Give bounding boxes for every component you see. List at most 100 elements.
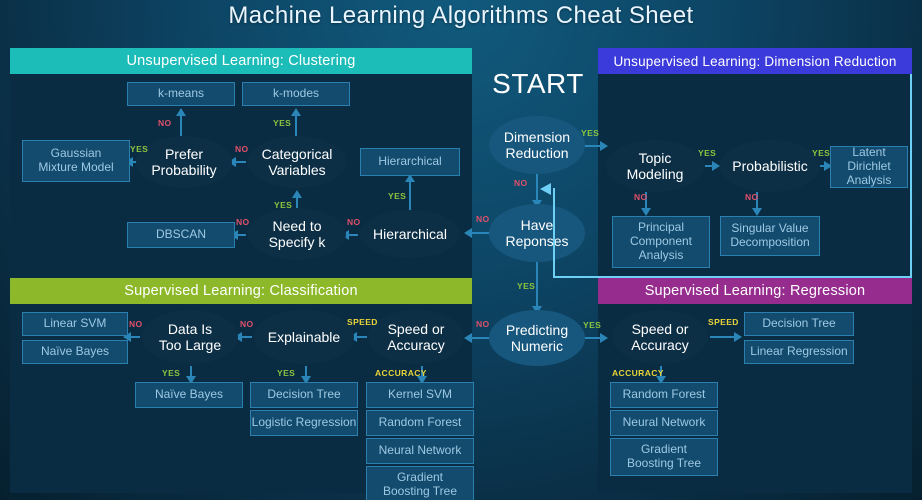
panel-dimension-reduction-header: Unsupervised Learning: Dimension Reducti… — [598, 48, 912, 74]
label-dr-yes: YES — [581, 128, 600, 138]
arrow-pn-to-regression — [600, 333, 608, 343]
node-specifyk-line1: Need to — [272, 217, 322, 234]
label-dbscan-no: NO — [236, 217, 250, 227]
node-speed-acc-reg-line1: Speed or — [631, 320, 689, 337]
leaf-k-means[interactable]: k-means — [127, 82, 235, 106]
node-speed-acc-reg-line2: Accuracy — [631, 337, 689, 353]
leaf-singular-value-decomposition[interactable]: Singular Value Decomposition — [720, 216, 820, 256]
node-explainable[interactable]: Explainable — [254, 310, 354, 364]
leaf-kernel-svm[interactable]: Kernel SVM — [366, 382, 474, 408]
node-prefer-probability[interactable]: Prefer Probability — [136, 136, 232, 188]
arrow-dr-to-topic — [600, 141, 608, 151]
node-data-is-too-large[interactable]: Data Is Too Large — [142, 310, 238, 364]
leaf-decision-tree-regression[interactable]: Decision Tree — [744, 312, 854, 336]
label-clf-speed: SPEED — [347, 317, 378, 327]
leaf-linear-regression[interactable]: Linear Regression — [744, 340, 854, 364]
leaf-lda-line2: Analysis — [846, 172, 892, 187]
leaf-principal-component-analysis[interactable]: Principal Component Analysis — [612, 216, 710, 268]
label-explainable-no: NO — [240, 319, 254, 329]
label-explainable-yes: YES — [277, 368, 296, 378]
edge-reg-speed — [710, 336, 736, 338]
leaf-svd-line1: Singular Value — [731, 221, 809, 236]
node-speed-or-accuracy-regression[interactable]: Speed or Accuracy — [612, 310, 708, 364]
node-speed-or-accuracy-classification[interactable]: Speed or Accuracy — [368, 310, 464, 364]
label-hier-no: NO — [347, 217, 361, 227]
node-probabilistic[interactable]: Probabilistic — [720, 140, 820, 192]
node-hierarchical-label: Hierarchical — [373, 225, 447, 242]
node-have-responses-line2: Reponses — [505, 233, 569, 249]
label-toolarge-yes: YES — [162, 368, 181, 378]
panel-classification-header: Supervised Learning: Classification — [10, 278, 472, 304]
leaf-linear-svm[interactable]: Linear SVM — [22, 312, 128, 336]
node-specifyk-line2: Specify k — [268, 234, 326, 250]
page-title: Machine Learning Algorithms Cheat Sheet — [228, 2, 694, 29]
arrow-topic-to-prob — [712, 161, 720, 171]
label-specifyk-yes: YES — [274, 200, 293, 210]
leaf-gbt-reg-line2: Boosting Tree — [626, 456, 702, 470]
node-topic-modeling-line1: Topic — [638, 149, 672, 166]
node-too-large-line2: Too Large — [158, 337, 222, 353]
node-speed-acc-clf-line1: Speed or — [387, 320, 445, 337]
arrow-prefprob-to-kmeans — [176, 108, 186, 116]
leaf-lda-line1: Latent Dirichlet — [847, 145, 891, 174]
leaf-logistic-regression[interactable]: Logistic Regression — [250, 410, 358, 436]
feedback-connector-arrow-icon — [540, 183, 551, 195]
node-dimension-reduction[interactable]: Dimension Reduction — [489, 116, 585, 174]
arrow-topic-to-pca — [641, 208, 651, 216]
node-too-large-line1: Data Is — [167, 320, 213, 337]
arrow-specifyk-to-catvar — [292, 190, 302, 198]
node-categorical-variables-line1: Categorical — [261, 145, 333, 162]
label-prob-yes: YES — [812, 148, 831, 158]
node-have-responses[interactable]: Have Reponses — [489, 204, 585, 262]
leaf-decision-tree-classification[interactable]: Decision Tree — [250, 382, 358, 408]
panel-regression-header: Supervised Learning: Regression — [598, 278, 912, 304]
node-predicting-numeric-line2: Numeric — [510, 338, 564, 354]
edge-dr-to-hr — [536, 173, 538, 203]
feedback-connector-vertical — [553, 188, 555, 278]
node-categorical-variables[interactable]: Categorical Variables — [248, 136, 346, 188]
leaf-gradient-boosting-tree-regression[interactable]: Gradient Boosting Tree — [610, 438, 718, 476]
arrow-hr-to-hierarchical — [464, 228, 472, 238]
label-kmeans-no: NO — [158, 118, 172, 128]
label-hr-yes: YES — [517, 281, 536, 291]
leaf-hierarchical-top[interactable]: Hierarchical — [360, 148, 460, 176]
node-categorical-variables-line2: Variables — [268, 162, 326, 178]
label-pn-yes: YES — [583, 320, 602, 330]
leaf-k-modes[interactable]: k-modes — [242, 82, 350, 106]
label-topic-yes: YES — [698, 148, 717, 158]
leaf-naive-bayes-left[interactable]: Naïve Bayes — [22, 340, 128, 364]
node-predicting-numeric[interactable]: Predicting Numeric — [489, 310, 585, 366]
node-probabilistic-label: Probabilistic — [732, 157, 808, 174]
node-hierarchical-decision[interactable]: Hierarchical — [360, 210, 460, 258]
label-hier-yes: YES — [388, 191, 407, 201]
node-speed-acc-clf-line2: Accuracy — [387, 337, 445, 353]
leaf-gbt-clf-line1: Gradient — [396, 470, 443, 485]
node-topic-modeling-line2: Modeling — [626, 166, 684, 182]
node-prefer-probability-line1: Prefer — [164, 145, 204, 162]
panel-classification: Supervised Learning: Classification Line… — [10, 278, 474, 500]
node-predicting-numeric-line1: Predicting — [505, 321, 569, 338]
leaf-gmm-line1: Gaussian — [50, 146, 102, 161]
label-kmodes-yes: YES — [273, 118, 292, 128]
feedback-connector-horizontal — [553, 276, 600, 278]
leaf-gradient-boosting-tree-classification[interactable]: Gradient Boosting Tree — [366, 466, 474, 500]
leaf-gaussian-mixture-model[interactable]: Gaussian Mixture Model — [22, 140, 130, 182]
node-dimension-reduction-line1: Dimension — [503, 128, 571, 145]
node-topic-modeling[interactable]: Topic Modeling — [606, 140, 704, 192]
leaf-random-forest-classification[interactable]: Random Forest — [366, 410, 474, 436]
label-hr-no: NO — [476, 214, 490, 224]
arrow-pn-to-classification — [464, 333, 472, 343]
node-need-to-specify-k[interactable]: Need to Specify k — [248, 208, 346, 260]
leaf-gmm-line2: Mixture Model — [38, 160, 114, 174]
leaf-neural-network-classification[interactable]: Neural Network — [366, 438, 474, 464]
leaf-neural-network-regression[interactable]: Neural Network — [610, 410, 718, 436]
leaf-svd-line2: Decomposition — [730, 235, 810, 249]
leaf-naive-bayes-bottom[interactable]: Naïve Bayes — [135, 382, 243, 408]
leaf-latent-dirichlet-analysis[interactable]: Latent Dirichlet Analysis — [830, 146, 908, 188]
leaf-random-forest-regression[interactable]: Random Forest — [610, 382, 718, 408]
label-pn-no: NO — [476, 319, 490, 329]
panel-clustering-header: Unsupervised Learning: Clustering — [10, 48, 472, 74]
leaf-pca-line1: Principal — [637, 220, 684, 235]
leaf-dbscan[interactable]: DBSCAN — [127, 222, 235, 248]
label-gmm-yes: YES — [130, 144, 149, 154]
